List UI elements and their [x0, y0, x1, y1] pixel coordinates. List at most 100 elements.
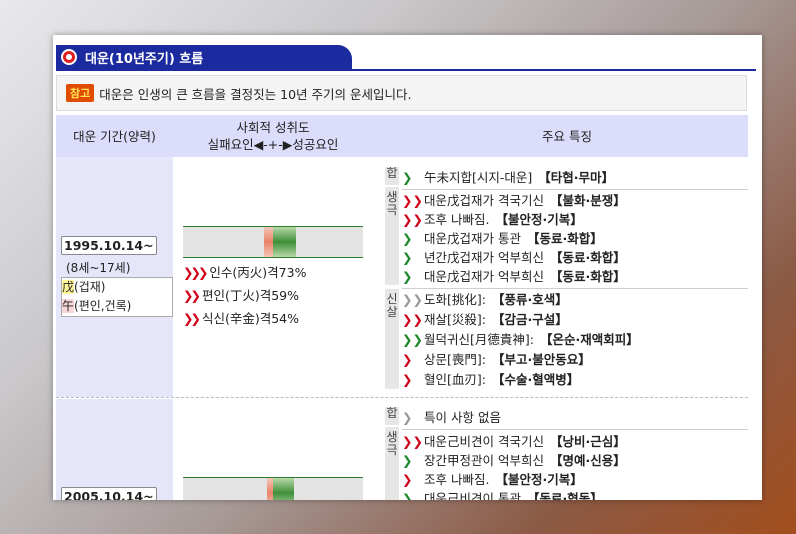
period-date: 2005.10.14~ [61, 487, 157, 500]
header-social-scale: 실패요인◀-+-▶성공요인 [207, 137, 339, 152]
arrow-icon: ❯❯ [183, 311, 201, 326]
feature-tag: 【온순·재액회피】 [539, 332, 639, 347]
jiji-char: 午 [62, 299, 75, 313]
period-row: 2005.10.14~ 합 생극 ❯ 특이 사항 없음 ❯❯대운己비견이 격국기신… [56, 399, 748, 500]
feature-text: 대운戊겁재가 억부희신 [424, 269, 544, 284]
jiji-desc: (편인,건록) [74, 299, 132, 313]
feature-text: 午未지합[시지-대운] [424, 170, 533, 185]
divider [402, 288, 748, 289]
chevron-right-icon: ❯ [402, 372, 413, 387]
feature-text: 장간甲정관이 억부희신 [424, 453, 544, 468]
feature-item: ❯ 장간甲정관이 억부희신 【명예·신용】 [402, 451, 748, 470]
yukchin-list: ❯❯❯ 인수(丙火)격73% ❯❯ 편인(丁火)격59% ❯❯ 식신(辛金)격54% [183, 261, 306, 330]
feature-item: ❯ 특이 사항 없음 [402, 408, 748, 427]
yukchin-text: 식신(辛金)격54% [201, 311, 299, 326]
feature-item: ❯ 대운戊겁재가 억부희신 【동료·화합】 [402, 267, 748, 286]
chevron-right-icon: ❯ [402, 231, 413, 246]
feature-text: 대운戊겁재가 통관 [424, 231, 521, 246]
arrow-icon: ❯❯❯ [183, 265, 208, 280]
bar-positive-fill [273, 227, 296, 257]
feature-tag: 【불화·분쟁】 [549, 193, 626, 208]
header-social: 사회적 성취도 실패요인◀-+-▶성공요인 [180, 115, 366, 157]
achievement-bar [183, 477, 363, 500]
section-title: 대운(10년주기) 흐름 [85, 51, 204, 67]
chevron-right-icon: ❯❯ [402, 212, 423, 227]
section-title-bar: 대운(10년주기) 흐름 [56, 45, 756, 71]
notice-text: 대운은 인생의 큰 흐름을 결정짓는 10년 주기의 운세입니다. [99, 86, 412, 102]
cheongan-char: 戊 [62, 280, 75, 294]
feature-tag: 【타협·무마】 [538, 170, 615, 185]
chevron-right-icon: ❯❯ [402, 312, 423, 327]
chevron-right-icon: ❯ [402, 170, 413, 185]
label-saeng: 생극 [385, 187, 399, 285]
feature-item: ❯❯도화[挑化]: 【풍류·호색】 [402, 290, 748, 309]
feature-text: 상문[喪門]: [424, 352, 486, 367]
feature-text: 재살[災殺]: [424, 312, 486, 327]
notice-box: 참고 대운은 인생의 큰 흐름을 결정짓는 10년 주기의 운세입니다. [56, 75, 747, 111]
label-saeng-text: 생극 [386, 190, 398, 217]
feature-tag: 【불안정·기복】 [495, 472, 583, 487]
divider [402, 189, 748, 190]
cheongan-line: 戊(겁재) [62, 278, 172, 297]
feature-item: ❯ 午未지합[시지-대운] 【타협·무마】 [402, 168, 748, 187]
chevron-right-icon: ❯ [402, 250, 413, 265]
yukchin-item: ❯❯ 편인(丁火)격59% [183, 284, 306, 307]
feature-item: ❯ 대운己비견이 통관 【동료·협동】 [402, 489, 748, 500]
chevron-right-icon: ❯❯ [402, 292, 423, 307]
feature-tag: 【부고·불안동요】 [491, 352, 591, 367]
notice-badge: 참고 [66, 84, 95, 102]
feature-text: 도화[挑化]: [424, 292, 486, 307]
bullet-circle-icon [61, 49, 77, 65]
feature-item: ❯❯재살[災殺]: 【감금·구설】 [402, 310, 748, 329]
feature-item: ❯ 년간戊겁재가 억부희신 【동료·화합】 [402, 248, 748, 267]
daeun-panel: 대운(10년주기) 흐름 참고 대운은 인생의 큰 흐름을 결정짓는 10년 주… [53, 35, 762, 500]
yukchin-item: ❯❯❯ 인수(丙火)격73% [183, 261, 306, 284]
feature-tag: 【동료·협동】 [526, 491, 603, 500]
feature-text: 혈인[血刃]: [424, 372, 486, 387]
label-sinsal-text: 신살 [386, 292, 398, 319]
feature-tag: 【동료·화합】 [526, 231, 603, 246]
chevron-right-icon: ❯❯ [402, 332, 423, 347]
feature-item: ❯❯대운戊겁재가 격국기신 【불화·분쟁】 [402, 191, 748, 210]
feature-item: ❯ 혈인[血刃]: 【수술·혈액병】 [402, 370, 748, 389]
feature-tag: 【명예·신용】 [549, 453, 626, 468]
feature-text: 특이 사항 없음 [424, 410, 501, 425]
feature-tag: 【낭비·근심】 [549, 434, 626, 449]
feature-item: ❯❯조후 나빠짐. 【불안정·기복】 [402, 210, 748, 229]
yukchin-item: ❯❯ 식신(辛金)격54% [183, 307, 306, 330]
yukchin-text: 인수(丙火)격73% [209, 265, 307, 280]
feature-text: 대운己비견이 격국기신 [424, 434, 544, 449]
jiji-line: 午(편인,건록) [62, 297, 172, 316]
chevron-right-icon: ❯ [402, 472, 413, 487]
label-hap: 합 [385, 167, 399, 185]
feature-item: ❯ 상문[喪門]: 【부고·불안동요】 [402, 350, 748, 369]
feature-text: 조후 나빠짐. [424, 212, 490, 227]
arrow-icon: ❯❯ [183, 288, 201, 303]
divider [402, 429, 748, 430]
period-age: (8세~17세) [66, 261, 131, 275]
period-date: 1995.10.14~ [61, 236, 157, 255]
feature-item: ❯ 조후 나빠짐. 【불안정·기복】 [402, 470, 748, 489]
ganji-box: 戊(겁재) 午(편인,건록) [61, 277, 173, 317]
header-period: 대운 기간(양력) [73, 128, 156, 144]
feature-text: 년간戊겁재가 억부희신 [424, 250, 544, 265]
feature-text: 조후 나빠짐. [424, 472, 490, 487]
feature-tag: 【동료·화합】 [549, 269, 626, 284]
chevron-right-icon: ❯ [402, 352, 413, 367]
chevron-right-icon: ❯❯ [402, 434, 423, 449]
feature-item: ❯ 대운戊겁재가 통관 【동료·화합】 [402, 229, 748, 248]
label-saeng: 생극 [385, 427, 399, 500]
bar-negative-fill [264, 227, 273, 257]
feature-tag: 【감금·구설】 [491, 312, 568, 327]
table-header: 대운 기간(양력) 사회적 성취도 실패요인◀-+-▶성공요인 주요 특징 [56, 115, 748, 157]
label-sinsal: 신살 [385, 289, 399, 389]
chevron-right-icon: ❯ [402, 269, 413, 284]
cheongan-desc: (겁재) [74, 280, 106, 294]
feature-item: ❯❯월덕귀신[月德貴神]: 【온순·재액회피】 [402, 330, 748, 349]
chevron-right-icon: ❯❯ [402, 193, 423, 208]
feature-tag: 【동료·화합】 [549, 250, 626, 265]
header-features: 주요 특징 [542, 128, 592, 144]
period-row: 1995.10.14~ (8세~17세) 戊(겁재) 午(편인,건록) ❯❯❯ 인… [56, 157, 748, 397]
feature-item: ❯❯대운己비견이 격국기신 【낭비·근심】 [402, 432, 748, 451]
feature-text: 대운己비견이 통관 [424, 491, 521, 500]
